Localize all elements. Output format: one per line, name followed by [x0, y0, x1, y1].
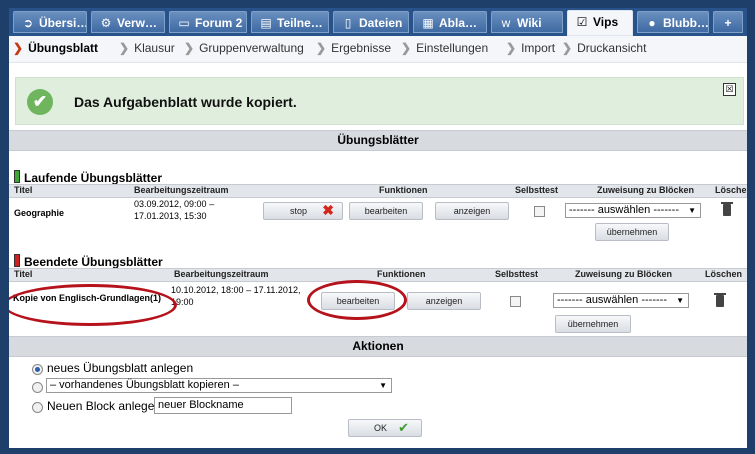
col-period: Bearbeitungszeitraum [174, 269, 269, 279]
tab-dateien[interactable]: ▯ Dateien [333, 11, 409, 33]
sheet-title[interactable]: Geographie [14, 208, 64, 218]
apply-button[interactable]: übernehmen [595, 223, 669, 241]
red-x-icon: ✖ [322, 202, 334, 218]
subnav-gruppenverwaltung[interactable]: ❯ Gruppenverwaltung [184, 41, 304, 55]
col-delete: Löschen [705, 269, 743, 279]
chevron-right-icon: ❯ [562, 41, 573, 55]
chevron-down-icon: ▼ [688, 206, 696, 215]
col-functions: Funktionen [379, 185, 428, 195]
success-message-text: Das Aufgabenblatt wurde kopiert. [74, 94, 297, 110]
col-period: Bearbeitungszeitraum [134, 185, 229, 195]
col-functions: Funktionen [377, 269, 426, 279]
apply-button[interactable]: übernehmen [555, 315, 631, 333]
success-message: ✔ Das Aufgabenblatt wurde kopiert. ☒ [15, 77, 744, 125]
running-table-header: Titel Bearbeitungszeitraum Funktionen Se… [9, 184, 747, 198]
close-icon[interactable]: ☒ [723, 83, 736, 96]
col-title: Titel [14, 185, 33, 195]
new-block-label: Neuen Block anlegen: [47, 399, 165, 413]
ended-heading: Beendete Übungsblätter [14, 254, 163, 269]
selftest-checkbox[interactable] [510, 296, 521, 307]
selftest-checkbox[interactable] [534, 206, 545, 217]
tab-blubber[interactable]: ● Blubb… [637, 11, 709, 33]
radio-copy-sheet[interactable] [32, 382, 43, 393]
section-title-uebungsblaetter: Übungsblätter [9, 130, 747, 151]
bubbles-icon: ● [648, 16, 656, 30]
tab-ablaufplan[interactable]: ▦ Abla… [413, 11, 487, 33]
show-button[interactable]: anzeigen [435, 202, 509, 220]
person-icon: ▤ [260, 16, 272, 30]
col-title: Titel [14, 269, 33, 279]
subnav-einstellungen[interactable]: ❯ Einstellungen [401, 41, 488, 55]
section-title-aktionen: Aktionen [9, 336, 747, 357]
col-selftest: Selbsttest [495, 269, 539, 279]
running-heading: Laufende Übungsblätter [14, 170, 162, 185]
window-frame: ➲ Übersi… ⚙ Verw… ▭ Forum 2 ▤ Teilne… ▯ Datei… [0, 0, 755, 454]
checkmark-icon: ✔ [398, 420, 409, 435]
ended-table-header: Titel Bearbeitungszeitraum Funktionen Se… [9, 268, 747, 282]
file-icon: ▯ [344, 16, 352, 30]
show-button[interactable]: anzeigen [407, 292, 481, 310]
col-assign: Zuweisung zu Blöcken [597, 185, 695, 195]
tab-verwaltung[interactable]: ⚙ Verw… [91, 11, 165, 33]
edit-button[interactable]: bearbeiten [349, 202, 423, 220]
block-assign-select[interactable]: ------- auswählen ------- ▼ [553, 293, 689, 308]
sheet-period-start: 10.10.2012, 18:00 – 17.11.2012, [171, 285, 301, 295]
subnav-druckansicht[interactable]: ❯ Druckansicht [562, 41, 646, 55]
tab-forum[interactable]: ▭ Forum 2 [169, 11, 247, 33]
tab-vips[interactable]: ☑ Vips [567, 10, 633, 36]
tab-teilnehmer[interactable]: ▤ Teilne… [251, 11, 329, 33]
stop-button[interactable]: stop ✖ [263, 202, 343, 220]
sheet-period-end: 17.01.2013, 15:30 [134, 211, 207, 221]
subnav-uebungsblatt[interactable]: ❯ Übungsblatt [13, 41, 98, 55]
page: ➲ Übersi… ⚙ Verw… ▭ Forum 2 ▤ Teilne… ▯ Datei… [9, 8, 747, 448]
ok-button[interactable]: OK ✔ [348, 419, 422, 437]
trash-icon[interactable] [721, 202, 733, 216]
chevron-right-icon: ❯ [119, 41, 130, 55]
subnav-import[interactable]: ❯ Import [506, 41, 555, 55]
highlight-oval-title [9, 284, 177, 326]
block-assign-select[interactable]: ------- auswählen ------- ▼ [565, 203, 701, 218]
calendar-icon: ▦ [422, 16, 434, 30]
course-tabs: ➲ Übersi… ⚙ Verw… ▭ Forum 2 ▤ Teilne… ▯ Datei… [9, 8, 747, 36]
sheet-period-start: 03.09.2012, 09:00 – [134, 199, 215, 209]
chevron-down-icon: ▼ [676, 296, 684, 305]
radio-new-block[interactable] [32, 402, 43, 413]
chevron-down-icon: ▼ [379, 381, 387, 390]
tab-wiki[interactable]: w Wiki [491, 11, 563, 33]
checkbox-icon: ☑ [576, 15, 588, 29]
chevron-right-icon: ❯ [13, 41, 24, 55]
chevron-right-icon: ❯ [506, 41, 517, 55]
copy-sheet-select[interactable]: – vorhandenes Übungsblatt kopieren – ▼ [46, 378, 392, 393]
col-delete: Löschen [715, 185, 747, 195]
gears-icon: ⚙ [100, 16, 112, 30]
chevron-right-icon: ❯ [401, 41, 412, 55]
red-light-icon [14, 254, 20, 267]
chevron-right-icon: ❯ [316, 41, 327, 55]
checkmark-icon: ✔ [27, 89, 53, 115]
refresh-icon: ➲ [22, 16, 34, 30]
subnav-klausur[interactable]: ❯ Klausur [119, 41, 175, 55]
subnav-ergebnisse[interactable]: ❯ Ergebnisse [316, 41, 391, 55]
sub-navigation: ❯ Übungsblatt ❯ Klausur ❯ Gruppenverwaltung… [9, 36, 747, 63]
col-selftest: Selbsttest [515, 185, 559, 195]
tab-uebersicht[interactable]: ➲ Übersi… [13, 11, 87, 33]
col-assign: Zuweisung zu Blöcken [575, 269, 673, 279]
wiki-icon: w [501, 16, 511, 30]
highlight-oval-edit [307, 280, 407, 320]
table-row: Geographie 03.09.2012, 09:00 – 17.01.201… [9, 198, 747, 250]
speech-bubble-icon: ▭ [178, 16, 190, 30]
new-block-input[interactable]: neuer Blockname [154, 397, 292, 414]
new-sheet-label: neues Übungsblatt anlegen [47, 361, 194, 375]
radio-new-sheet[interactable] [32, 364, 43, 375]
tab-add[interactable]: + [713, 11, 743, 33]
chevron-right-icon: ❯ [184, 41, 195, 55]
green-light-icon [14, 170, 20, 183]
trash-icon[interactable] [714, 293, 726, 307]
